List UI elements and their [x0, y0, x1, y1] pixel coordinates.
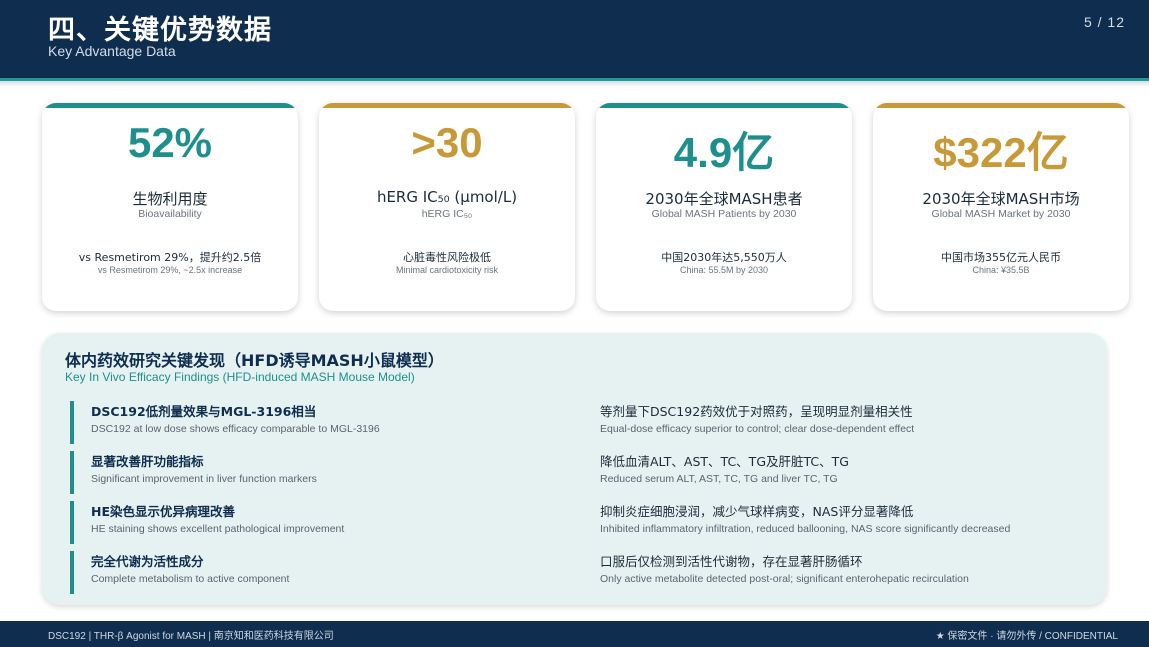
stat-card-market: $322亿 2030年全球MASH市场 Global MASH Market b…	[873, 103, 1129, 311]
finding-item: 等剂量下DSC192药效优于对照药，呈现明显剂量相关性 Equal-dose e…	[600, 401, 1080, 435]
stat-card-patients: 4.9亿 2030年全球MASH患者 Global MASH Patients …	[596, 103, 852, 311]
finding-title: 显著改善肝功能指标	[91, 454, 204, 469]
stat-card-herg: >30 hERG IC₅₀ (μmol/L) hERG IC₅₀ 心脏毒性风险极…	[319, 103, 575, 311]
card-accent-bar	[873, 103, 1129, 108]
stat-label: 2030年全球MASH患者	[645, 190, 803, 208]
finding-desc: HE staining shows excellent pathological…	[91, 523, 345, 535]
finding-desc: Only active metabolite detected post-ora…	[600, 573, 969, 585]
finding-title: 等剂量下DSC192药效优于对照药，呈现明显剂量相关性	[600, 404, 913, 419]
stat-note-en: China: 55.5M by 2030	[679, 265, 769, 275]
finding-item: 降低血清ALT、AST、TC、TG及肝脏TC、TG Reduced serum …	[600, 451, 1080, 485]
finding-item: 抑制炎症细胞浸润，减少气球样病变，NAS评分显著降低 Inhibited inf…	[600, 501, 1080, 535]
header-shadow	[0, 81, 1149, 87]
stat-note-en: vs Resmetirom 29%, ~2.5x increase	[97, 265, 243, 275]
finding-desc: Inhibited inflammatory infiltration, red…	[600, 523, 1011, 535]
panel-title: 体内药效研究关键发现（HFD诱导MASH小鼠模型）	[65, 351, 444, 370]
finding-title: 降低血清ALT、AST、TC、TG及肝脏TC、TG	[600, 454, 849, 469]
stat-label-en: Bioavailability	[138, 208, 202, 220]
stat-note: 中国市场355亿元人民币	[941, 251, 1061, 264]
finding-desc: Equal-dose efficacy superior to control;…	[600, 423, 915, 435]
page-number: 5 / 12	[1083, 14, 1125, 30]
footer-bar: DSC192 | THR-β Agonist for MASH | 南京知和医药…	[0, 621, 1149, 647]
page-title: 四、关键优势数据	[48, 15, 272, 46]
finding-desc: Significant improvement in liver functio…	[91, 473, 317, 485]
finding-accent-bar	[70, 451, 74, 494]
footer-company: DSC192 | THR-β Agonist for MASH | 南京知和医药…	[48, 631, 334, 642]
finding-title: 抑制炎症细胞浸润，减少气球样病变，NAS评分显著降低	[600, 504, 914, 519]
stat-label-en: Global MASH Market by 2030	[931, 208, 1071, 220]
finding-accent-bar	[70, 551, 74, 594]
page-subtitle: Key Advantage Data	[48, 43, 176, 59]
finding-desc: Complete metabolism to active component	[91, 573, 290, 585]
card-accent-bar	[42, 103, 298, 108]
stat-card-bioavailability: 52% 生物利用度 Bioavailability vs Resmetirom …	[42, 103, 298, 311]
stat-value: >30	[411, 119, 483, 166]
header-bar: 四、关键优势数据 Key Advantage Data 5 / 12	[0, 0, 1149, 78]
stat-label-en: hERG IC₅₀	[421, 208, 473, 220]
stat-note: 中国2030年达5,550万人	[661, 251, 787, 264]
panel-subtitle: Key In Vivo Efficacy Findings (HFD-induc…	[65, 370, 415, 384]
stat-label-en: Global MASH Patients by 2030	[651, 208, 797, 220]
finding-accent-bar	[70, 501, 74, 544]
finding-item: 口服后仅检测到活性代谢物，存在显著肝肠循环 Only active metabo…	[600, 551, 1080, 585]
finding-accent-bar	[70, 401, 74, 444]
efficacy-findings-panel: 体内药效研究关键发现（HFD诱导MASH小鼠模型） Key In Vivo Ef…	[42, 333, 1107, 605]
card-accent-bar	[319, 103, 575, 108]
stat-label: 2030年全球MASH市场	[922, 190, 1080, 208]
finding-title: HE染色显示优异病理改善	[91, 504, 236, 519]
stat-note-en: Minimal cardiotoxicity risk	[395, 265, 499, 275]
finding-item: 完全代谢为活性成分 Complete metabolism to active …	[70, 551, 571, 594]
stat-note: 心脏毒性风险极低	[403, 251, 491, 264]
stat-value: 52%	[127, 119, 213, 166]
stat-note: vs Resmetirom 29%，提升约2.5倍	[78, 251, 262, 264]
footer-confidential: ★ 保密文件 · 请勿外传 / CONFIDENTIAL	[935, 631, 1118, 642]
finding-desc: DSC192 at low dose shows efficacy compar…	[91, 423, 380, 435]
stat-value: 4.9亿	[673, 129, 775, 176]
finding-title: 完全代谢为活性成分	[91, 554, 204, 569]
stat-value: $322亿	[933, 129, 1069, 176]
stat-label: hERG IC₅₀ (μmol/L)	[376, 188, 518, 206]
stat-note-en: China: ¥35.5B	[972, 265, 1030, 275]
finding-title: DSC192低剂量效果与MGL-3196相当	[91, 404, 317, 419]
finding-item: 显著改善肝功能指标 Significant improvement in liv…	[70, 451, 571, 494]
stat-label: 生物利用度	[132, 190, 208, 208]
finding-title: 口服后仅检测到活性代谢物，存在显著肝肠循环	[600, 554, 863, 569]
card-accent-bar	[596, 103, 852, 108]
finding-item: DSC192低剂量效果与MGL-3196相当 DSC192 at low dos…	[70, 401, 571, 444]
finding-item: HE染色显示优异病理改善 HE staining shows excellent…	[70, 501, 571, 544]
finding-desc: Reduced serum ALT, AST, TC, TG and liver…	[600, 473, 838, 485]
